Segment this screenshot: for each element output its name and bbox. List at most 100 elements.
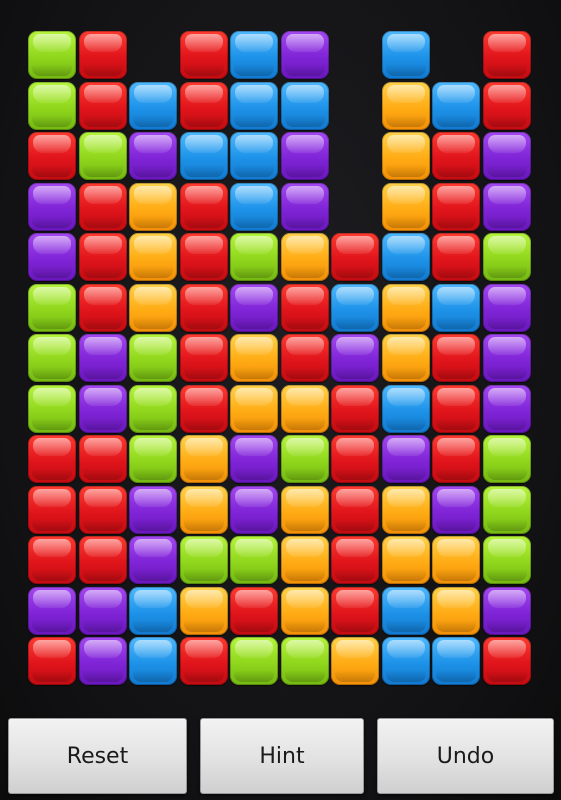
tile-orange[interactable]	[432, 536, 480, 584]
tile-red[interactable]	[281, 284, 329, 332]
tile-green[interactable]	[28, 31, 76, 79]
tile-red[interactable]	[28, 435, 76, 483]
tile-red[interactable]	[79, 31, 127, 79]
tile-blue[interactable]	[382, 31, 430, 79]
tile-red[interactable]	[432, 385, 480, 433]
tile-purple[interactable]	[483, 587, 531, 635]
tile-green[interactable]	[28, 82, 76, 130]
tile-orange[interactable]	[382, 486, 430, 534]
tile-blue[interactable]	[129, 637, 177, 685]
tile-blue[interactable]	[382, 637, 430, 685]
undo-button[interactable]: Undo	[377, 718, 554, 794]
tile-purple[interactable]	[483, 334, 531, 382]
tile-red[interactable]	[331, 435, 379, 483]
tile-purple[interactable]	[79, 385, 127, 433]
tile-blue[interactable]	[281, 82, 329, 130]
tile-purple[interactable]	[281, 132, 329, 180]
tile-purple[interactable]	[281, 183, 329, 231]
tile-blue[interactable]	[331, 284, 379, 332]
tile-purple[interactable]	[79, 637, 127, 685]
tile-purple[interactable]	[28, 183, 76, 231]
tile-red[interactable]	[483, 31, 531, 79]
tile-red[interactable]	[28, 536, 76, 584]
tile-blue[interactable]	[382, 587, 430, 635]
tile-purple[interactable]	[129, 536, 177, 584]
tile-orange[interactable]	[382, 82, 430, 130]
tile-blue[interactable]	[230, 183, 278, 231]
tile-purple[interactable]	[79, 587, 127, 635]
tile-purple[interactable]	[230, 284, 278, 332]
tile-orange[interactable]	[180, 435, 228, 483]
tile-orange[interactable]	[230, 385, 278, 433]
tile-red[interactable]	[28, 637, 76, 685]
tile-green[interactable]	[129, 385, 177, 433]
tile-red[interactable]	[79, 536, 127, 584]
tile-red[interactable]	[180, 334, 228, 382]
tile-red[interactable]	[28, 132, 76, 180]
tile-purple[interactable]	[483, 385, 531, 433]
tile-purple[interactable]	[483, 132, 531, 180]
tile-purple[interactable]	[432, 486, 480, 534]
tile-red[interactable]	[180, 233, 228, 281]
tile-green[interactable]	[483, 435, 531, 483]
tile-green[interactable]	[28, 385, 76, 433]
tile-blue[interactable]	[382, 233, 430, 281]
tile-orange[interactable]	[129, 233, 177, 281]
tile-orange[interactable]	[180, 486, 228, 534]
tile-red[interactable]	[79, 435, 127, 483]
tile-green[interactable]	[230, 637, 278, 685]
tile-orange[interactable]	[281, 486, 329, 534]
tile-orange[interactable]	[382, 536, 430, 584]
tile-red[interactable]	[180, 82, 228, 130]
tile-red[interactable]	[331, 486, 379, 534]
tile-red[interactable]	[28, 486, 76, 534]
tile-red[interactable]	[180, 385, 228, 433]
tile-orange[interactable]	[281, 233, 329, 281]
tile-orange[interactable]	[382, 334, 430, 382]
tile-orange[interactable]	[382, 132, 430, 180]
tile-blue[interactable]	[432, 637, 480, 685]
tile-red[interactable]	[483, 637, 531, 685]
tile-orange[interactable]	[129, 183, 177, 231]
tile-orange[interactable]	[180, 587, 228, 635]
tile-purple[interactable]	[483, 183, 531, 231]
tile-green[interactable]	[28, 284, 76, 332]
tile-green[interactable]	[483, 536, 531, 584]
tile-purple[interactable]	[382, 435, 430, 483]
tile-orange[interactable]	[331, 637, 379, 685]
hint-button[interactable]: Hint	[200, 718, 364, 794]
tile-purple[interactable]	[129, 132, 177, 180]
tile-red[interactable]	[331, 385, 379, 433]
tile-green[interactable]	[281, 637, 329, 685]
tile-red[interactable]	[432, 334, 480, 382]
reset-button[interactable]: Reset	[8, 718, 187, 794]
tile-red[interactable]	[79, 284, 127, 332]
tile-green[interactable]	[230, 233, 278, 281]
tile-red[interactable]	[79, 183, 127, 231]
tile-blue[interactable]	[180, 132, 228, 180]
tile-purple[interactable]	[230, 435, 278, 483]
tile-red[interactable]	[180, 284, 228, 332]
tile-green[interactable]	[230, 536, 278, 584]
tile-green[interactable]	[28, 334, 76, 382]
tile-red[interactable]	[230, 587, 278, 635]
tile-red[interactable]	[180, 637, 228, 685]
tile-orange[interactable]	[230, 334, 278, 382]
tile-red[interactable]	[432, 435, 480, 483]
tile-purple[interactable]	[79, 334, 127, 382]
tile-green[interactable]	[79, 132, 127, 180]
tile-orange[interactable]	[382, 284, 430, 332]
tile-green[interactable]	[129, 334, 177, 382]
tile-red[interactable]	[79, 486, 127, 534]
tile-red[interactable]	[432, 233, 480, 281]
tile-purple[interactable]	[483, 284, 531, 332]
tile-red[interactable]	[331, 587, 379, 635]
tile-purple[interactable]	[129, 486, 177, 534]
tile-orange[interactable]	[281, 536, 329, 584]
tile-purple[interactable]	[28, 233, 76, 281]
tile-green[interactable]	[483, 233, 531, 281]
tile-red[interactable]	[281, 334, 329, 382]
tile-purple[interactable]	[28, 587, 76, 635]
tile-red[interactable]	[331, 233, 379, 281]
tile-orange[interactable]	[281, 385, 329, 433]
